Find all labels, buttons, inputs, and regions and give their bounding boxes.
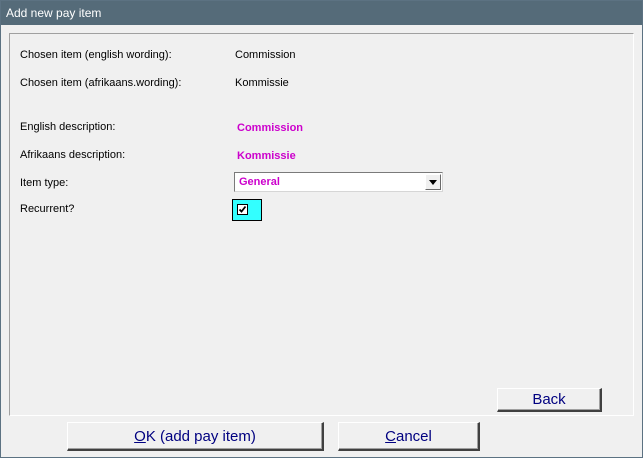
- item-type-label: Item type:: [20, 177, 69, 189]
- ok-mnemonic: O: [134, 428, 146, 445]
- add-pay-item-dialog: Add new pay item Chosen item (english wo…: [0, 0, 643, 458]
- cancel-button[interactable]: Cancel: [338, 422, 480, 451]
- recurrent-checkbox-container[interactable]: [232, 199, 262, 221]
- chosen-english-value: Commission: [235, 49, 296, 61]
- english-description-label: English description:: [20, 121, 116, 133]
- item-type-value: General: [239, 176, 280, 188]
- chevron-down-icon: [429, 180, 437, 185]
- recurrent-checkbox[interactable]: [237, 204, 248, 215]
- form-panel: [9, 33, 634, 416]
- cancel-mnemonic: C: [385, 428, 396, 445]
- cancel-label: ancel: [395, 428, 432, 445]
- chosen-afrikaans-value: Kommissie: [235, 77, 289, 89]
- afrikaans-description-label: Afrikaans description:: [20, 149, 126, 161]
- chosen-english-label: Chosen item (english wording):: [20, 49, 172, 61]
- item-type-select[interactable]: General: [234, 172, 443, 192]
- afrikaans-description-value[interactable]: Kommissie: [237, 150, 296, 162]
- chosen-afrikaans-label: Chosen item (afrikaans.wording):: [20, 77, 182, 89]
- english-description-value[interactable]: Commission: [237, 122, 303, 134]
- checkmark-icon: [238, 205, 247, 213]
- ok-label: K (add pay item): [145, 428, 256, 445]
- back-button[interactable]: Back: [497, 388, 602, 412]
- item-type-dropdown-button[interactable]: [425, 174, 441, 190]
- recurrent-label: Recurrent?: [20, 203, 75, 215]
- ok-add-pay-item-button[interactable]: OK (add pay item): [67, 422, 324, 451]
- window-title: Add new pay item: [1, 1, 642, 25]
